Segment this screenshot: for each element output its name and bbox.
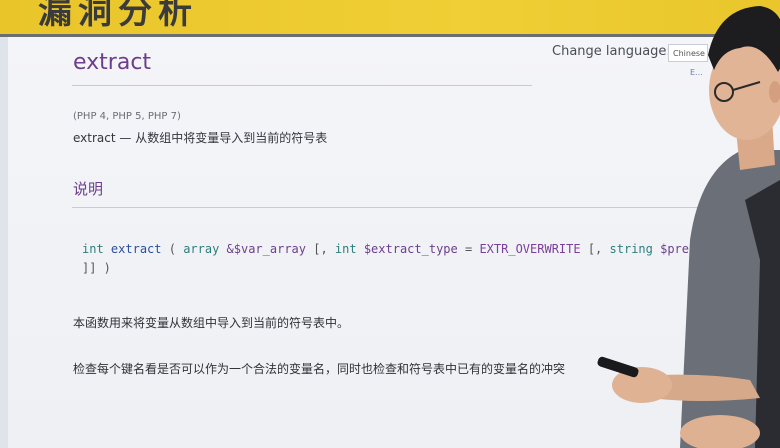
php-versions: (PHP 4, PHP 5, PHP 7) [73, 111, 181, 122]
param-extract-type: $extract_type [356, 242, 458, 256]
return-type: int [82, 242, 104, 256]
param-type-3: string [609, 242, 653, 256]
const-extr-overwrite: EXTR_OVERWRITE [479, 242, 581, 256]
optional-open-2: [, [580, 242, 610, 256]
equals-1: = [457, 242, 480, 256]
signature-line-2: ]] ) [82, 259, 772, 278]
paren-open: ( [161, 242, 184, 256]
description-paragraph-1: 本函数用来将变量从数组中导入到当前的符号表中。 [73, 316, 350, 330]
optional-open-1: [, [306, 242, 335, 256]
function-signature: int extract ( array &$var_array [, int $… [82, 240, 772, 278]
function-purpose: extract — 从数组中将变量导入到当前的符号表 [73, 131, 328, 145]
page-title: extract [73, 50, 152, 75]
function-name: extract [110, 242, 162, 256]
equals-2: = [710, 242, 733, 256]
signature-close: ]] ) [82, 261, 111, 275]
section-divider [72, 207, 772, 208]
banner-title: 漏洞分析 [38, 0, 198, 32]
language-select[interactable]: Chinese [668, 44, 708, 62]
change-language-label: Change language: [552, 44, 671, 59]
param-var-array: &$var_array [219, 242, 307, 256]
param-prefix: $prefix [652, 242, 711, 256]
video-banner: 漏洞分析 [0, 0, 780, 37]
param-type-1: array [183, 242, 220, 256]
signature-line-1: int extract ( array &$var_array [, int $… [82, 240, 772, 259]
param-type-2: int [334, 242, 357, 256]
edit-link[interactable]: E... [690, 68, 703, 77]
const-null: NULL [732, 242, 762, 256]
section-description-heading: 说明 [73, 180, 104, 198]
title-divider [72, 85, 532, 86]
description-paragraph-2: 检查每个键名看是否可以作为一个合法的变量名，同时也检查和符号表中已有的变量名的冲… [73, 362, 566, 376]
